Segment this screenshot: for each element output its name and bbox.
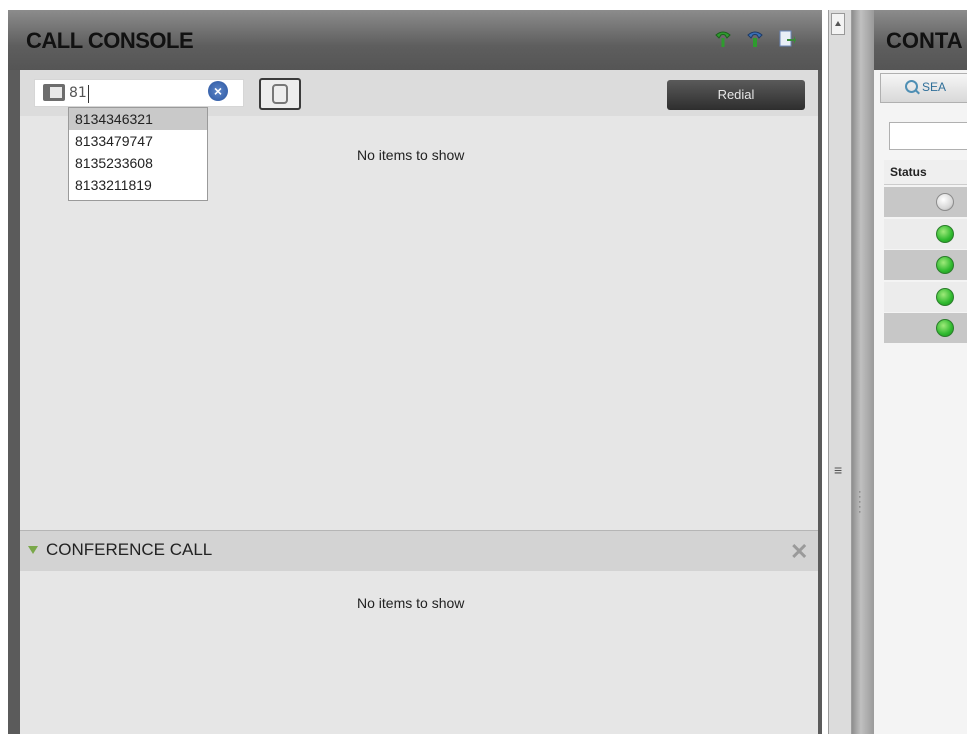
conference-empty-message: No items to show [357,595,465,611]
contact-row[interactable] [884,187,967,217]
status-column-label: Status [890,165,927,179]
hold-call-icon[interactable] [746,29,764,49]
status-offline-icon [936,193,954,211]
contact-row[interactable] [884,250,967,280]
contact-row[interactable] [884,313,967,343]
phone-number-value: 81 [69,85,87,101]
text-caret [88,85,89,103]
transfer-note-icon[interactable] [778,29,796,49]
number-suggestion-list: 8134346321 8133479747 8135233608 8133211… [68,107,208,201]
call-console-title: CALL CONSOLE [26,28,194,53]
contact-row[interactable] [884,282,967,312]
address-book-icon[interactable] [43,84,65,101]
dial-button[interactable] [259,78,301,110]
scroll-up-icon[interactable] [831,13,845,35]
phone-handset-icon [272,84,288,104]
contact-row[interactable] [884,219,967,249]
panel-splitter[interactable] [852,10,874,734]
search-tab-label: SEA [922,80,947,94]
status-available-icon [936,319,954,337]
contacts-title: CONTA [886,28,963,53]
splitter-grip-icon[interactable]: · · · · · [858,487,862,518]
close-icon[interactable]: ✕ [790,539,808,565]
suggestion-item[interactable]: 8134346321 [69,108,207,130]
suggestion-item[interactable]: 8133479747 [69,130,207,152]
clear-input-icon[interactable]: × [208,81,228,101]
contacts-filter-input[interactable] [889,122,967,150]
answer-call-icon[interactable] [714,29,732,49]
suggestion-item[interactable]: 8133211819 [69,174,207,196]
status-available-icon [936,225,954,243]
conference-call-title: CONFERENCE CALL [46,540,213,559]
search-icon [905,80,918,93]
status-available-icon [936,288,954,306]
suggestion-item[interactable]: 8135233608 [69,152,207,174]
vertical-scrollbar[interactable] [828,10,852,734]
redial-button[interactable]: Redial [667,80,805,110]
calls-empty-message: No items to show [357,147,465,163]
scroll-grip-icon[interactable]: ≡ [834,462,842,478]
collapse-arrow-icon[interactable] [28,546,38,554]
status-available-icon [936,256,954,274]
